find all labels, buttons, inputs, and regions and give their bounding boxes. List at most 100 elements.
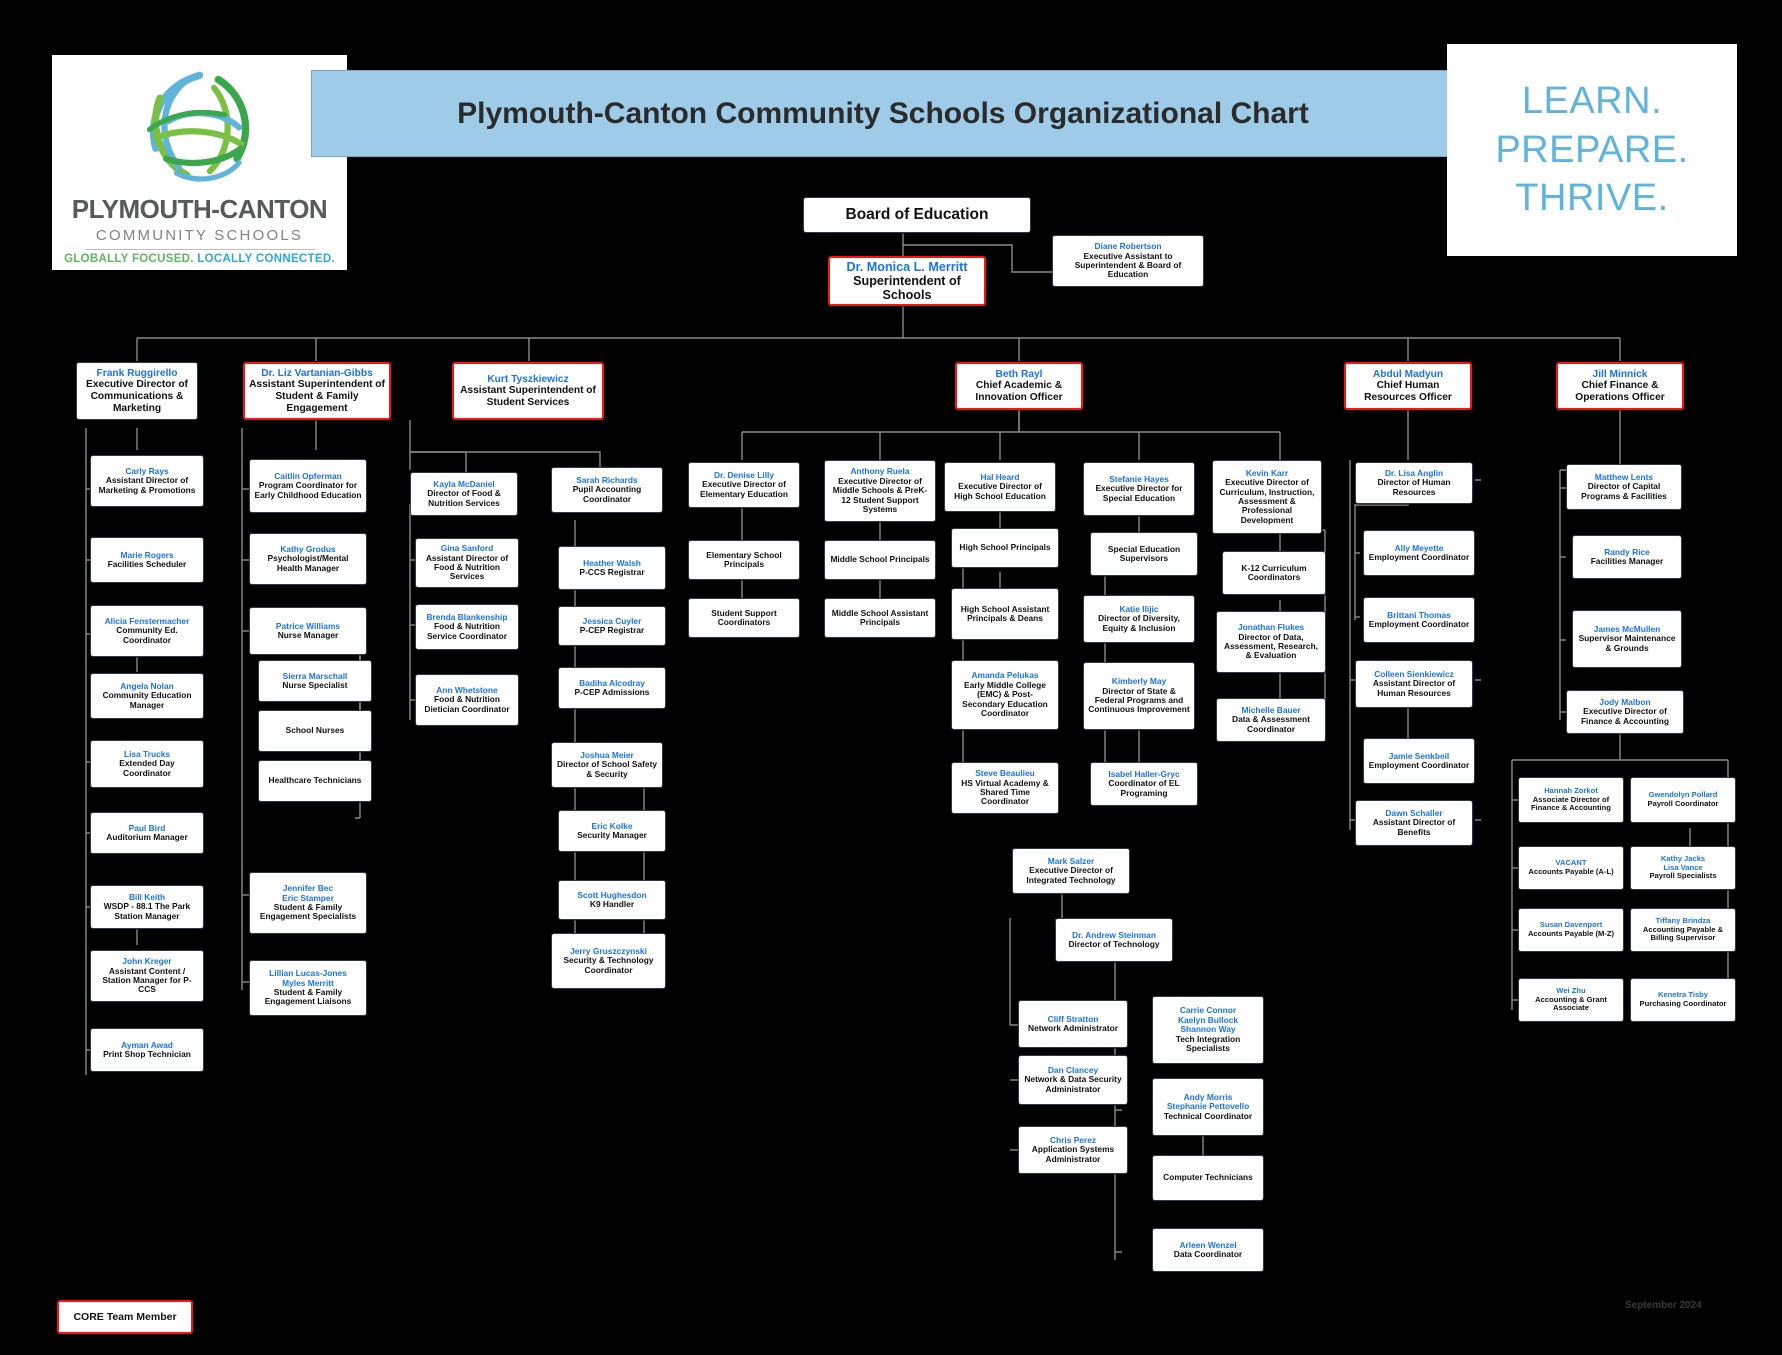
node-cliff-stratton[interactable]: Cliff Stratton Network Administrator [1018,1000,1128,1048]
node-bill-keith[interactable]: Bill Keith WSDP - 88.1 The Park Station … [90,885,204,929]
node-paul-bird[interactable]: Paul Bird Auditorium Manager [90,812,204,854]
node-sarah-richards[interactable]: Sarah Richards Pupil Accounting Coordina… [551,467,663,513]
node-angela-nolan[interactable]: Angela Nolan Community Education Manager [90,673,204,719]
node-hannah-zorkot[interactable]: Hannah Zorkot Associate Director of Fina… [1518,777,1624,823]
node-andrew-steinman[interactable]: Dr. Andrew Steinman Director of Technolo… [1055,918,1173,962]
node-kathy-grodus[interactable]: Kathy Grodus Psychologist/Mental Health … [249,533,367,585]
node-jonathan-flukes[interactable]: Jonathan Flukes Director of Data, Assess… [1216,611,1326,673]
node-k12-curriculum-coordinators[interactable]: K-12 Curriculum Coordinators [1222,551,1326,595]
node-ayman-awad[interactable]: Ayman Awad Print Shop Technician [90,1028,204,1072]
node-chris-perez[interactable]: Chris Perez Application Systems Administ… [1018,1126,1128,1174]
node-liz-vartanian-gibbs[interactable]: Dr. Liz Vartanian-Gibbs Assistant Superi… [243,362,391,420]
node-kurt-tyszkiewicz[interactable]: Kurt Tyszkiewicz Assistant Superintenden… [452,362,604,420]
node-john-kreger[interactable]: John Kreger Assistant Content / Station … [90,950,204,1002]
node-colleen-sienkiewicz[interactable]: Colleen Sienkiewicz Assistant Director o… [1355,660,1473,708]
node-dawn-schaller[interactable]: Dawn Schaller Assistant Director of Bene… [1355,800,1473,846]
node-brittani-thomas[interactable]: Brittani Thomas Employment Coordinator [1363,597,1475,643]
node-title: Community Ed. Coordinator [116,625,178,645]
node-kayla-mcdaniel[interactable]: Kayla McDaniel Director of Food & Nutrit… [410,472,518,516]
node-carly-rays[interactable]: Carly Rays Assistant Director of Marketi… [90,455,204,507]
node-title: Executive Director of Elementary Educati… [700,479,788,499]
node-katie-ilijic[interactable]: Katie Ilijic Director of Diversity, Equi… [1083,595,1195,643]
node-sierra-marschall[interactable]: Sierra Marschall Nurse Specialist [258,660,372,702]
node-tech-integration-specialists[interactable]: Carrie Connor Kaelyn Bullock Shannon Way… [1152,996,1264,1064]
node-caitlin-opferman[interactable]: Caitlin Opferman Program Coordinator for… [249,459,367,513]
node-randy-rice[interactable]: Randy Rice Facilities Manager [1572,535,1682,579]
node-title: Pupil Accounting Coordinator [572,484,642,504]
node-james-mcmullen[interactable]: James McMullen Supervisor Maintenance & … [1572,610,1682,668]
node-amanda-pelukas[interactable]: Amanda Pelukas Early Middle College (EMC… [951,660,1059,730]
node-jerry-gruszczynski[interactable]: Jerry Gruszczynski Security & Technology… [551,933,666,989]
node-title: Director of Technology [1068,939,1160,949]
node-name: Frank Ruggirello [96,367,178,379]
node-arleen-wenzel[interactable]: Arleen Wenzel Data Coordinator [1152,1228,1264,1272]
node-beth-rayl[interactable]: Beth Rayl Chief Academic & Innovation Of… [955,362,1083,410]
node-abdul-madyun[interactable]: Abdul Madyun Chief Human Resources Offic… [1344,362,1472,410]
node-dan-clancey[interactable]: Dan Clancey Network & Data Security Admi… [1018,1055,1128,1105]
node-title: High School Principals [959,542,1051,553]
node-middle-school-assistant-principals[interactable]: Middle School Assistant Principals [824,598,936,638]
node-frank-ruggirello[interactable]: Frank Ruggirello Executive Director of C… [76,362,198,420]
node-denise-lilly[interactable]: Dr. Denise Lilly Executive Director of E… [688,462,800,508]
node-jody-malbon[interactable]: Jody Malbon Executive Director of Financ… [1566,690,1684,734]
node-title: Assistant Director of Benefits [1372,817,1456,837]
node-accounts-payable-al[interactable]: VACANT Accounts Payable (A-L) [1518,846,1624,890]
node-michelle-bauer[interactable]: Michelle Bauer Data & Assessment Coordin… [1216,698,1326,742]
node-ally-meyette[interactable]: Ally Meyette Employment Coordinator [1363,530,1475,576]
node-hal-heard[interactable]: Hal Heard Executive Director of High Sch… [944,462,1056,512]
node-steve-beaulieu[interactable]: Steve Beaulieu HS Virtual Academy & Shar… [951,762,1059,814]
node-student-support-coordinators[interactable]: Student Support Coordinators [688,598,800,638]
node-marie-rogers[interactable]: Marie Rogers Facilities Scheduler [90,537,204,583]
node-technical-coordinator[interactable]: Andy Morris Stephanie Pettovello Technic… [1152,1078,1264,1136]
node-gina-sanford[interactable]: Gina Sanford Assistant Director of Food … [415,538,519,588]
node-kenetra-tisby[interactable]: Kenetra Tisby Purchasing Coordinator [1630,978,1736,1022]
node-mark-salzer[interactable]: Mark Salzer Executive Director of Integr… [1012,848,1130,894]
node-title: Student & Family Engagement Specialists [259,902,357,922]
node-jill-minnick[interactable]: Jill Minnick Chief Finance & Operations … [1556,362,1684,410]
node-isabel-haller-gryc[interactable]: Isabel Haller-Gryc Coordinator of EL Pro… [1090,762,1198,806]
node-title: P-CCS Registrar [579,567,645,577]
node-title: Student & Family Engagement Liaisons [264,987,352,1007]
node-superintendent[interactable]: Dr. Monica L. Merritt Superintendent of … [828,256,986,306]
node-ann-whetstone[interactable]: Ann Whetstone Food & Nutrition Dietician… [415,674,519,726]
node-name: Jill Minnick [1592,368,1648,380]
node-kevin-karr[interactable]: Kevin Karr Executive Director of Curricu… [1212,460,1322,534]
node-matthew-lents[interactable]: Matthew Lents Director of Capital Progra… [1566,464,1682,510]
node-alicia-fenstermacher[interactable]: Alicia Fenstermacher Community Ed. Coord… [90,605,204,657]
node-lisa-anglin[interactable]: Dr. Lisa Anglin Director of Human Resour… [1355,462,1473,504]
node-special-education-supervisors[interactable]: Special Education Supervisors [1090,532,1198,576]
node-eric-kolke[interactable]: Eric Kolke Security Manager [558,810,666,852]
node-brenda-blankenship[interactable]: Brenda Blankenship Food & Nutrition Serv… [415,604,519,650]
node-susan-davenport[interactable]: Susan Davenport Accounts Payable (M-Z) [1518,908,1624,952]
node-title: Executive Director of Integrated Technol… [1026,865,1116,885]
node-title: Executive Director of Middle Schools & P… [832,475,928,515]
node-kimberly-may[interactable]: Kimberly May Director of State & Federal… [1083,662,1195,730]
node-scott-hughesdon[interactable]: Scott Hughesdon K9 Handler [558,880,666,920]
node-stefanie-hayes[interactable]: Stefanie Hayes Executive Director for Sp… [1083,462,1195,516]
node-badiha-alcodray[interactable]: Badiha Alcodray P-CEP Admissions [558,667,666,709]
node-jessica-cuyler[interactable]: Jessica Cuyler P-CEP Registrar [558,606,666,646]
node-lisa-trucks[interactable]: Lisa Trucks Extended Day Coordinator [90,740,204,788]
node-gwendolyn-pollard[interactable]: Gwendolyn Pollard Payroll Coordinator [1630,777,1736,823]
node-heather-walsh[interactable]: Heather Walsh P-CCS Registrar [558,546,666,590]
node-healthcare-technicians[interactable]: Healthcare Technicians [258,760,372,802]
node-jamie-senkbeil[interactable]: Jamie Senkbeil Employment Coordinator [1363,738,1475,784]
node-engagement-liaisons[interactable]: Lillian Lucas-Jones Myles Merritt Studen… [249,960,367,1016]
node-executive-assistant[interactable]: Diane Robertson Executive Assistant to S… [1052,235,1204,287]
node-wei-zhu[interactable]: Wei Zhu Accounting & Grant Associate [1518,978,1624,1022]
node-joshua-meier[interactable]: Joshua Meier Director of School Safety &… [551,742,663,788]
chart-date: September 2024 [1625,1300,1702,1311]
node-engagement-specialists[interactable]: Jennifer Bec Eric Stamper Student & Fami… [249,872,367,934]
node-tiffany-brindza[interactable]: Tiffany Brindza Accounting Payable & Bil… [1630,908,1736,952]
node-board-of-education[interactable]: Board of Education [803,197,1031,233]
node-middle-school-principals[interactable]: Middle School Principals [824,540,936,580]
node-anthony-ruela[interactable]: Anthony Ruela Executive Director of Midd… [824,460,936,522]
node-computer-technicians[interactable]: Computer Technicians [1152,1155,1264,1201]
node-elementary-school-principals[interactable]: Elementary School Principals [688,540,800,580]
node-high-school-assistant-principals[interactable]: High School Assistant Principals & Deans [951,588,1059,640]
node-payroll-specialists[interactable]: Kathy Jacks Lisa Vance Payroll Specialis… [1630,846,1736,890]
node-patrice-williams[interactable]: Patrice Williams Nurse Manager [249,607,367,655]
node-high-school-principals[interactable]: High School Principals [951,528,1059,568]
node-school-nurses[interactable]: School Nurses [258,710,372,752]
node-name: Carrie Connor Kaelyn Bullock Shannon Way [1177,1005,1239,1035]
